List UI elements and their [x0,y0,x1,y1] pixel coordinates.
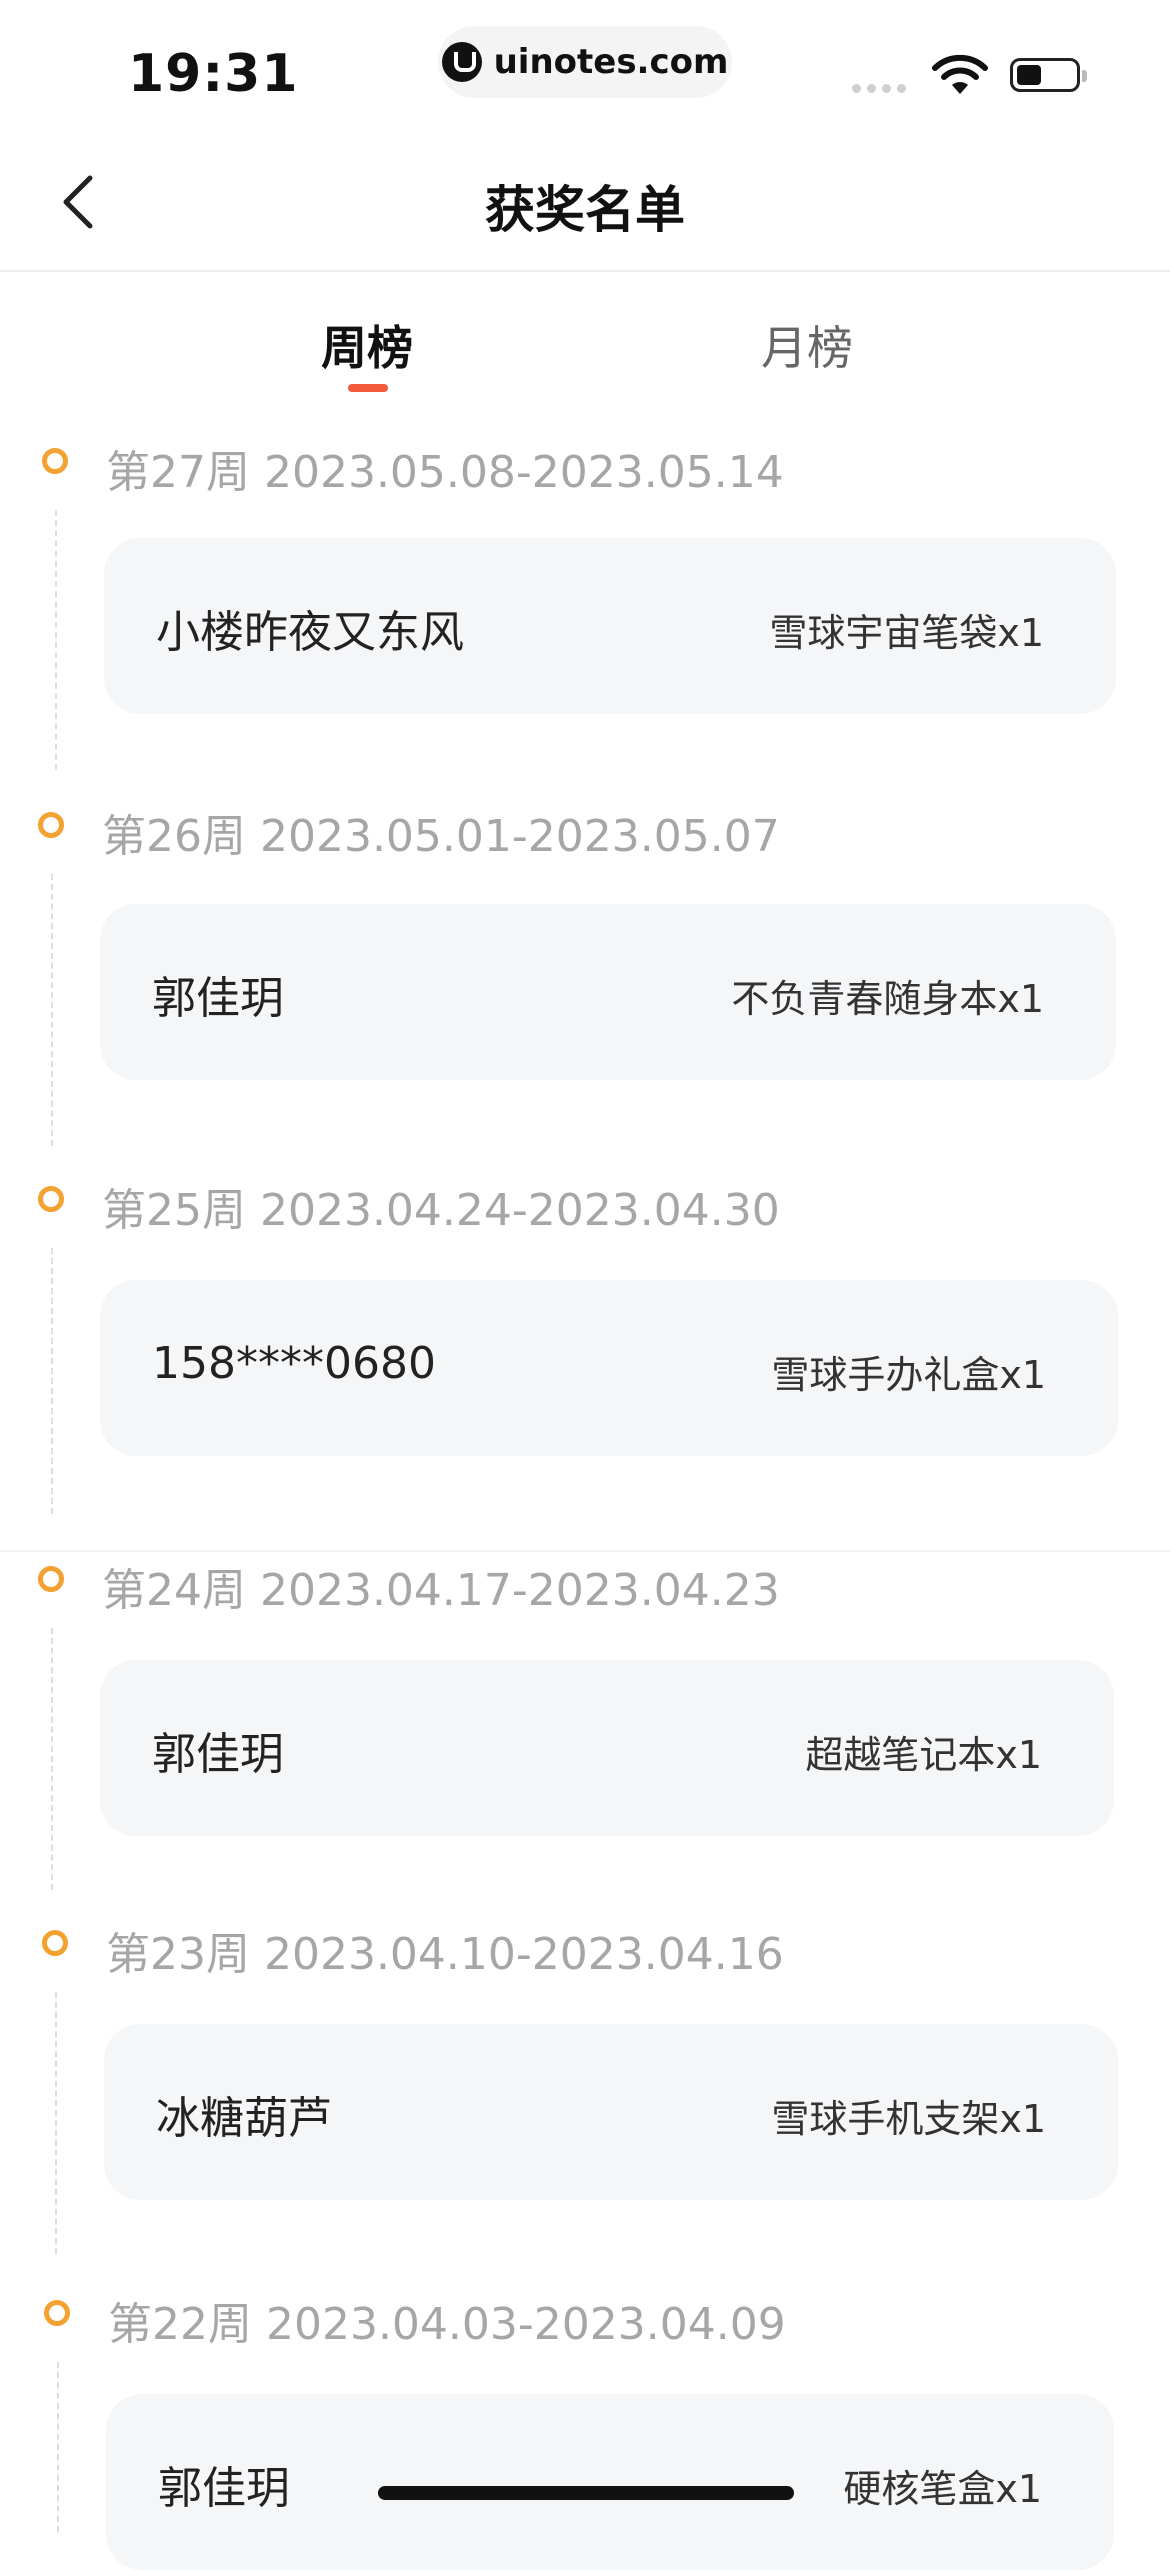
timeline-line [51,1628,53,1890]
winner-name: 小楼昨夜又东风 [156,607,464,658]
tab-weekly[interactable]: 周榜 [247,312,487,378]
winner-timeline: 第27周 2023.05.08-2023.05.14 小楼昨夜又东风 雪球宇宙笔… [0,392,1170,2570]
prize-label: 不负青春随身本x1 [731,977,1044,1021]
active-tab-indicator [348,384,388,392]
wifi-icon [932,54,988,94]
nav-bar: 获奖名单 [0,130,1170,272]
home-indicator[interactable] [378,2486,794,2500]
status-time: 19:31 [128,44,299,104]
prize-label: 雪球手机支架x1 [771,2097,1046,2141]
winner-card: 郭佳玥 超越笔记本x1 [100,1660,1114,1836]
timeline-line [55,510,57,770]
timeline-dot-icon [38,1186,64,1212]
prize-label: 雪球手办礼盒x1 [771,1353,1046,1397]
period-label: 第27周 2023.05.08-2023.05.14 [106,447,784,498]
divider [0,1550,1170,1552]
prize-label: 雪球宇宙笔袋x1 [769,611,1044,655]
timeline-dot-icon [44,2300,70,2326]
winner-name: 郭佳玥 [158,2463,290,2514]
timeline-line [51,1248,53,1514]
timeline-line [51,874,53,1146]
winner-name: 冰糖葫芦 [156,2093,332,2144]
winner-card: 158****0680 雪球手办礼盒x1 [100,1280,1118,1456]
period-label: 第22周 2023.04.03-2023.04.09 [108,2299,786,2350]
prize-label: 超越笔记本x1 [805,1733,1042,1777]
url-text: uinotes.com [493,42,729,82]
winner-name: 郭佳玥 [152,1729,284,1780]
timeline-line [55,1992,57,2254]
period-label: 第23周 2023.04.10-2023.04.16 [106,1929,784,1980]
tab-monthly[interactable]: 月榜 [687,312,927,378]
url-pill[interactable]: uinotes.com [438,26,732,98]
cellular-signal-icon [852,84,906,93]
battery-icon [1010,58,1087,92]
winner-name: 郭佳玥 [152,973,284,1024]
status-bar: 19:31 uinotes.com [0,0,1170,130]
winner-card: 小楼昨夜又东风 雪球宇宙笔袋x1 [104,538,1116,714]
timeline-dot-icon [38,812,64,838]
winner-card: 郭佳玥 不负青春随身本x1 [100,904,1116,1080]
period-label: 第24周 2023.04.17-2023.04.23 [102,1565,780,1616]
period-label: 第25周 2023.04.24-2023.04.30 [102,1185,780,1236]
winner-card: 冰糖葫芦 雪球手机支架x1 [104,2024,1118,2200]
tab-bar: 周榜 月榜 [0,272,1170,392]
winner-name: 158****0680 [152,1338,436,1389]
period-label: 第26周 2023.05.01-2023.05.07 [102,811,780,862]
site-logo-icon [441,42,482,82]
winner-card: 郭佳玥 硬核笔盒x1 [106,2394,1114,2570]
timeline-dot-icon [42,1930,68,1956]
page-title: 获奖名单 [485,181,685,239]
prize-label: 硬核笔盒x1 [843,2467,1042,2511]
timeline-dot-icon [42,448,68,474]
timeline-dot-icon [38,1566,64,1592]
timeline-line [57,2362,59,2532]
